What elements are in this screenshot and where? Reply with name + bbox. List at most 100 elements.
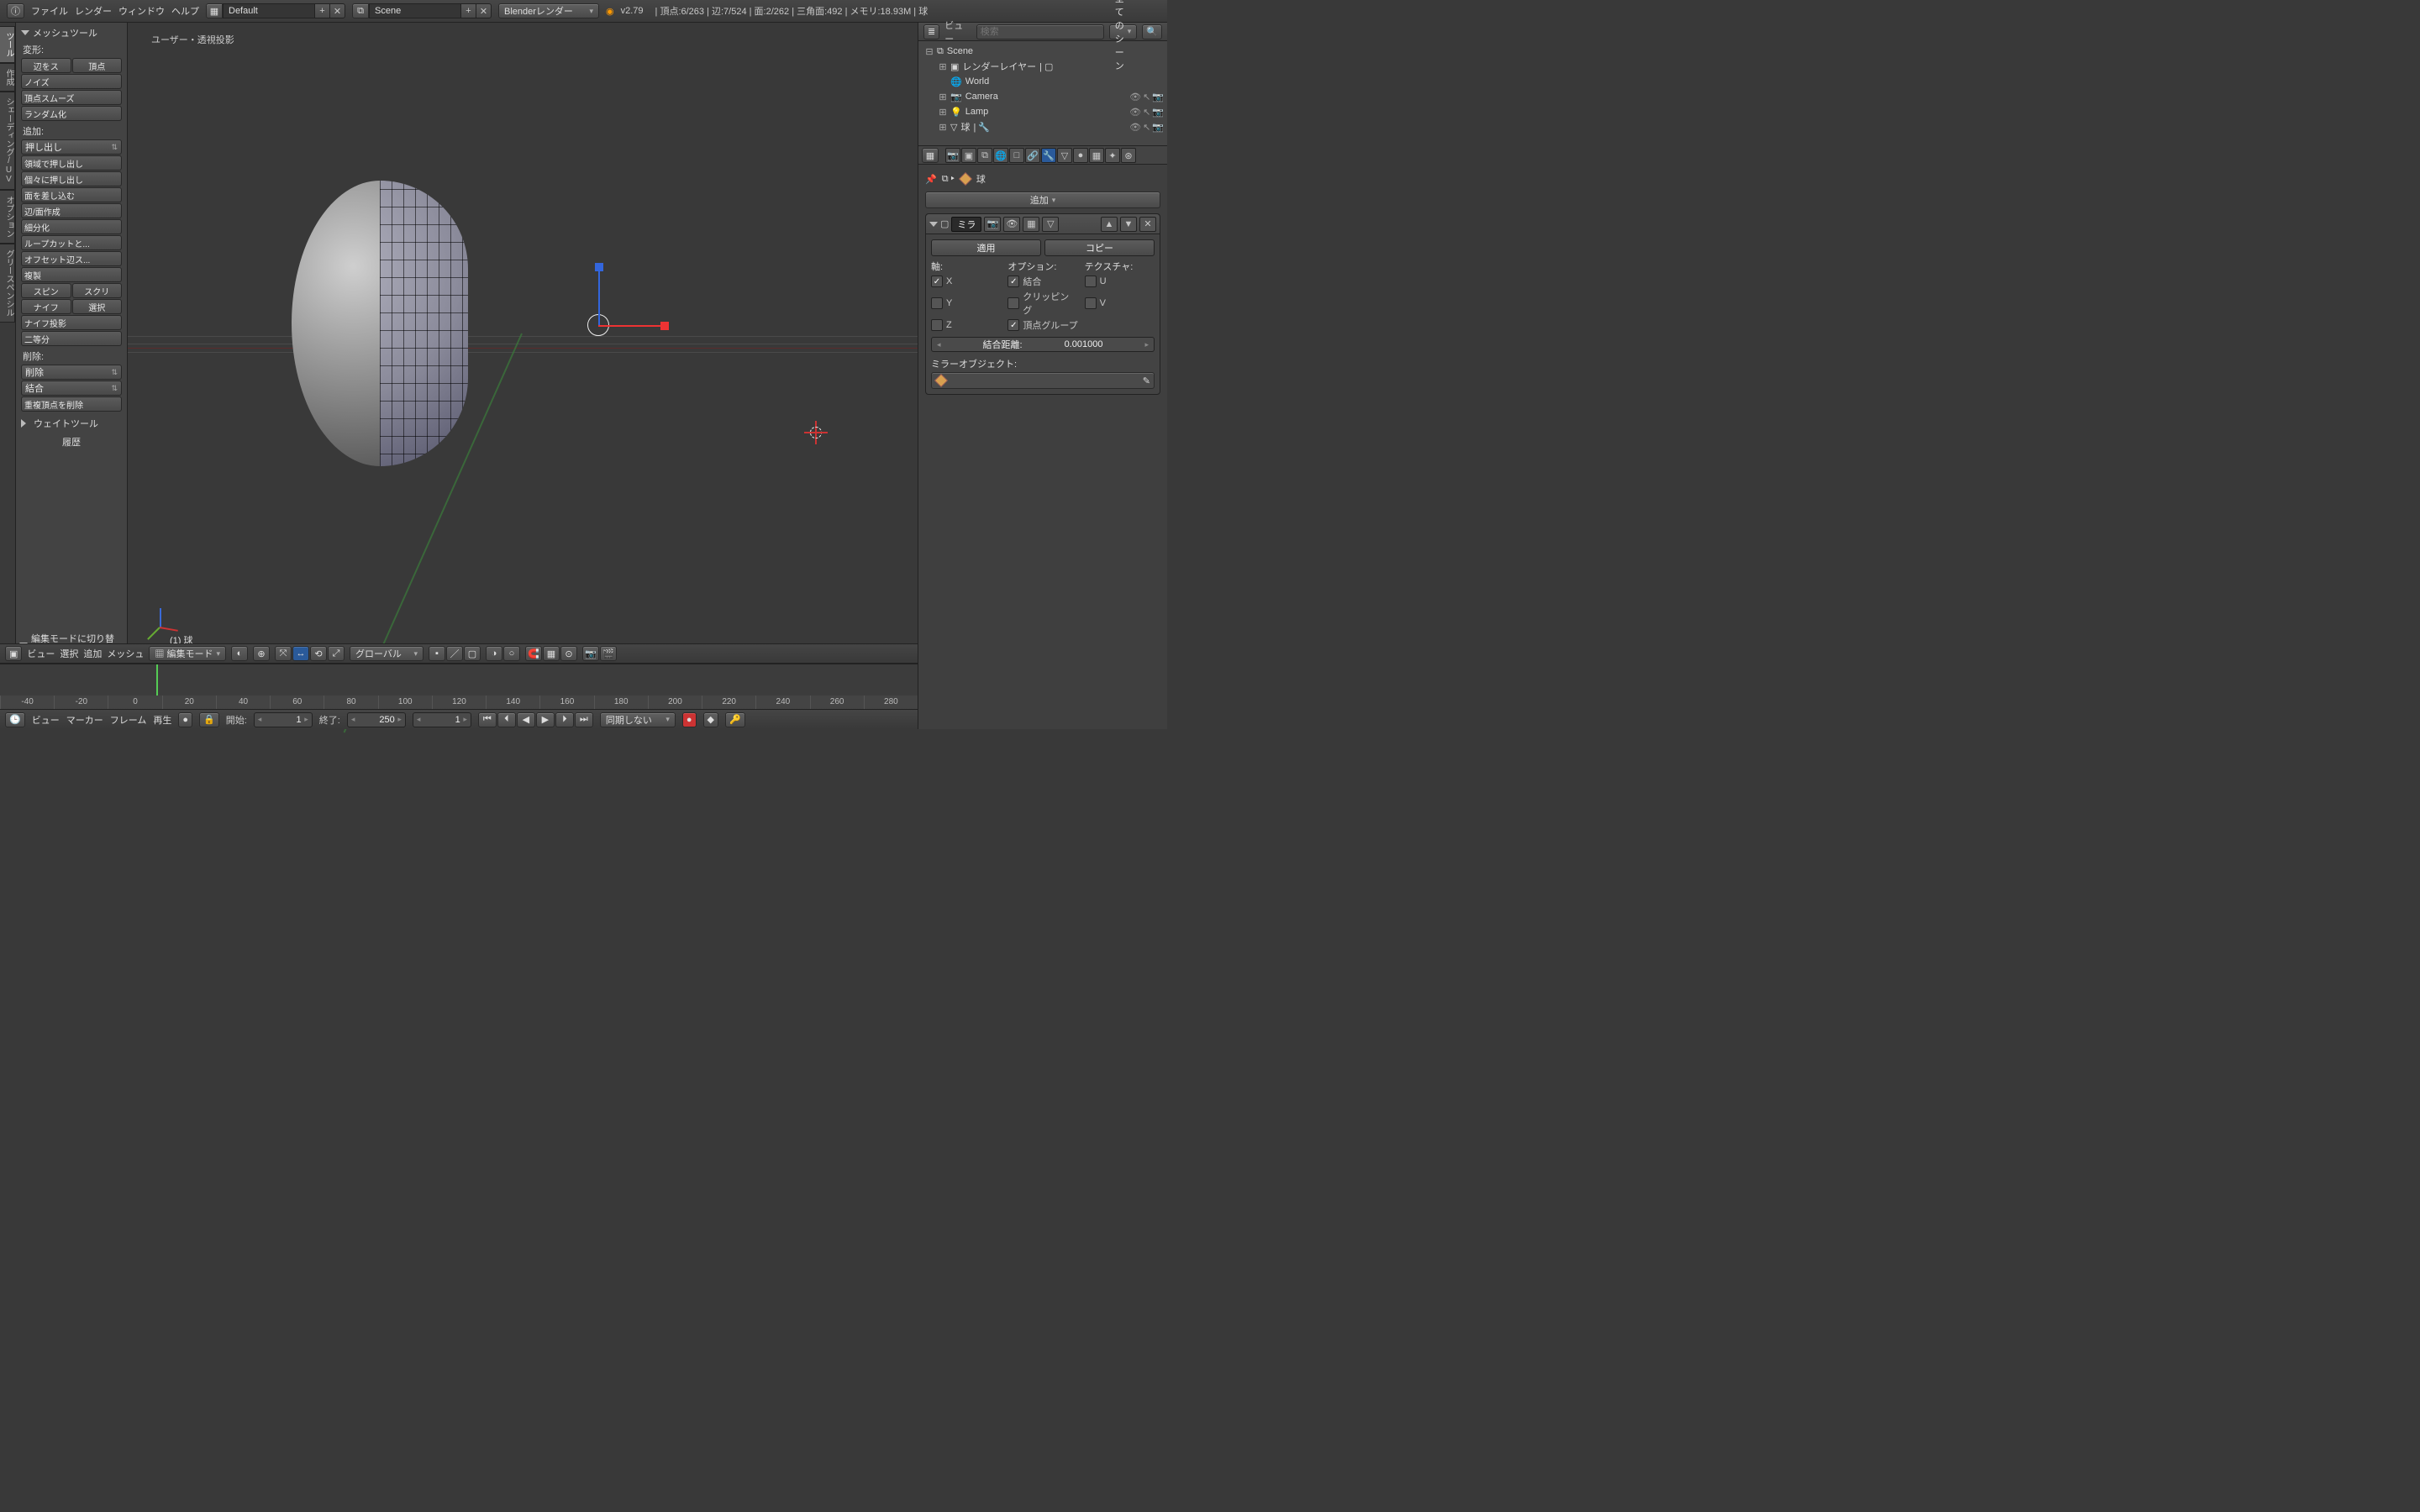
screen-layout-selector[interactable]: ▦ Default + ✕	[206, 3, 345, 18]
mod-cage-toggle[interactable]: ▽	[1042, 217, 1059, 232]
tab-material[interactable]: ●	[1073, 148, 1088, 163]
tab-modifiers[interactable]: 🔧	[1041, 148, 1056, 163]
sel-mode-face[interactable]: ▢	[464, 646, 481, 661]
layout-add[interactable]: +	[315, 3, 330, 18]
weight-tools-panel-header[interactable]: ウェイトツール	[21, 417, 122, 430]
scene-add[interactable]: +	[461, 3, 476, 18]
tab-render[interactable]: 📷	[945, 148, 960, 163]
btn-edge-slide[interactable]: 辺をス	[21, 58, 71, 73]
timeline-cursor[interactable]	[156, 664, 158, 696]
snap-element-icon[interactable]: ▦	[543, 646, 560, 661]
record-icon[interactable]: ●	[682, 712, 697, 727]
layout-name[interactable]: Default	[223, 3, 315, 18]
tab-physics[interactable]: ⊛	[1121, 148, 1136, 163]
keyframe-next-icon[interactable]: ⏵	[555, 712, 574, 727]
manipulator-scale[interactable]: ⤢	[328, 646, 345, 661]
outliner-editor-icon[interactable]: ≣	[923, 24, 939, 39]
snap-target-icon[interactable]: ⊙	[560, 646, 577, 661]
btn-add-0[interactable]: 領域で押し出し	[21, 155, 122, 171]
layout-remove[interactable]: ✕	[330, 3, 345, 18]
mirror-merge[interactable]: 結合	[1007, 275, 1077, 288]
current-frame-field[interactable]: 1	[413, 712, 471, 727]
btn-noise[interactable]: ノイズ	[21, 74, 122, 89]
opengl-render-icon[interactable]: 📷	[582, 646, 599, 661]
btn-randomize[interactable]: ランダム化	[21, 106, 122, 121]
tab-world[interactable]: 🌐	[993, 148, 1008, 163]
pin-icon[interactable]: 📌	[925, 174, 937, 185]
tab-grease-pencil[interactable]: グリースペンシル	[0, 244, 15, 323]
info-editor-icon[interactable]: ⓘ	[7, 3, 24, 18]
btn-smooth-vertex[interactable]: 頂点スムーズ	[21, 90, 122, 105]
btn-addtail-0[interactable]: ナイフ投影	[21, 315, 122, 330]
sync-dropdown[interactable]: 同期しない	[600, 712, 676, 727]
jump-end-icon[interactable]: ⏭	[575, 712, 593, 727]
modifier-copy-button[interactable]: コピー	[1044, 239, 1155, 256]
mirror-axis-x[interactable]: X	[931, 275, 1001, 288]
play-reverse-icon[interactable]: ◀	[517, 712, 535, 727]
btn-addpair-1[interactable]: スクリ	[72, 283, 123, 298]
eyedropper-icon[interactable]: ✎	[1143, 375, 1150, 386]
3d-viewport[interactable]: ユーザー・透視投影 (1) 球	[128, 23, 918, 662]
mirror-clip[interactable]: クリッピング	[1007, 290, 1077, 317]
mirror-tex-u[interactable]: U	[1085, 275, 1155, 288]
add-modifier-dropdown[interactable]: 追加	[925, 192, 1160, 208]
jump-start-icon[interactable]: ⏮	[478, 712, 497, 727]
sel-icon[interactable]: ↖	[1143, 92, 1150, 102]
scene-browse-icon[interactable]: ⧉	[352, 3, 369, 18]
mode-dropdown[interactable]: ▦ 編集モード	[149, 646, 226, 661]
merge-dropdown[interactable]: 結合	[21, 381, 122, 396]
btn-addtail-1[interactable]: 二等分	[21, 331, 122, 346]
btn-add-6[interactable]: オフセット辺ス...	[21, 251, 122, 266]
tab-data[interactable]: ▽	[1057, 148, 1072, 163]
vis-icon[interactable]: 👁	[1129, 92, 1141, 102]
outliner-renderlayers[interactable]: ⊞▣ レンダーレイヤー | ▢	[922, 59, 1164, 74]
orientation-dropdown[interactable]: グローバル	[350, 646, 424, 661]
view3d-menu-select[interactable]: 選択	[60, 647, 78, 660]
manipulator-toggle[interactable]: ⤧	[275, 646, 292, 661]
tab-texture[interactable]: ▦	[1089, 148, 1104, 163]
mesh-object-sphere[interactable]	[434, 181, 611, 466]
mod-realtime-toggle[interactable]: 👁	[1003, 217, 1020, 232]
manipulator-rotate[interactable]: ⟲	[310, 646, 327, 661]
view3d-menu-add[interactable]: 追加	[83, 647, 102, 660]
render-engine-dropdown[interactable]: Blenderレンダー	[498, 3, 599, 18]
tab-particles[interactable]: ✦	[1105, 148, 1120, 163]
tab-create[interactable]: 作成	[0, 63, 15, 92]
mirror-tex-v[interactable]: V	[1085, 290, 1155, 317]
mod-delete[interactable]: ✕	[1139, 217, 1156, 232]
outliner-search-icon[interactable]: 🔍	[1142, 24, 1162, 39]
end-frame-field[interactable]: 250	[347, 712, 406, 727]
outliner-sphere[interactable]: ⊞▽ 球 | 🔧👁↖📷	[922, 119, 1164, 134]
keyframe-prev-icon[interactable]: ⏴	[497, 712, 516, 727]
sel-mode-edge[interactable]: ／	[446, 646, 463, 661]
mod-move-up[interactable]: ▲	[1101, 217, 1118, 232]
btn-add-7[interactable]: 複製	[21, 267, 122, 282]
proportional-edit-icon[interactable]: ○	[503, 646, 520, 661]
mesh-tools-panel-header[interactable]: メッシュツール	[21, 26, 122, 39]
tab-scene[interactable]: ⧉	[977, 148, 992, 163]
delete-dropdown[interactable]: 削除	[21, 365, 122, 380]
mirror-axis-y[interactable]: Y	[931, 290, 1001, 317]
btn-vertex-slide[interactable]: 頂点	[72, 58, 123, 73]
modifier-apply-button[interactable]: 適用	[931, 239, 1041, 256]
properties-editor-icon[interactable]: ▦	[922, 148, 939, 163]
shading-mode-toggle[interactable]: ◐	[231, 646, 248, 661]
scene-selector[interactable]: ⧉ Scene + ✕	[352, 3, 492, 18]
auto-keyframe-icon[interactable]: ●	[178, 712, 192, 727]
mod-move-down[interactable]: ▼	[1120, 217, 1137, 232]
btn-add-1[interactable]: 個々に押し出し	[21, 171, 122, 186]
scene-remove[interactable]: ✕	[476, 3, 492, 18]
lock-range-icon[interactable]: 🔒	[199, 712, 219, 727]
btn-addpair-3[interactable]: 選択	[72, 299, 123, 314]
mirror-vgroup[interactable]: 頂点グループ	[1007, 318, 1077, 332]
view3d-menu-mesh[interactable]: メッシュ	[107, 647, 144, 660]
menu-render[interactable]: レンダー	[75, 4, 112, 18]
modifier-collapse-toggle[interactable]	[929, 222, 938, 227]
mod-render-toggle[interactable]: 📷	[984, 217, 1001, 232]
btn-add-4[interactable]: 細分化	[21, 219, 122, 234]
render-icon[interactable]: 📷	[1152, 92, 1164, 102]
pivot-dropdown[interactable]: ⊕	[253, 646, 270, 661]
menu-help[interactable]: ヘルプ	[171, 4, 199, 18]
3dview-editor-icon[interactable]: ▣	[5, 646, 22, 661]
view3d-menu-view[interactable]: ビュー	[27, 647, 55, 660]
